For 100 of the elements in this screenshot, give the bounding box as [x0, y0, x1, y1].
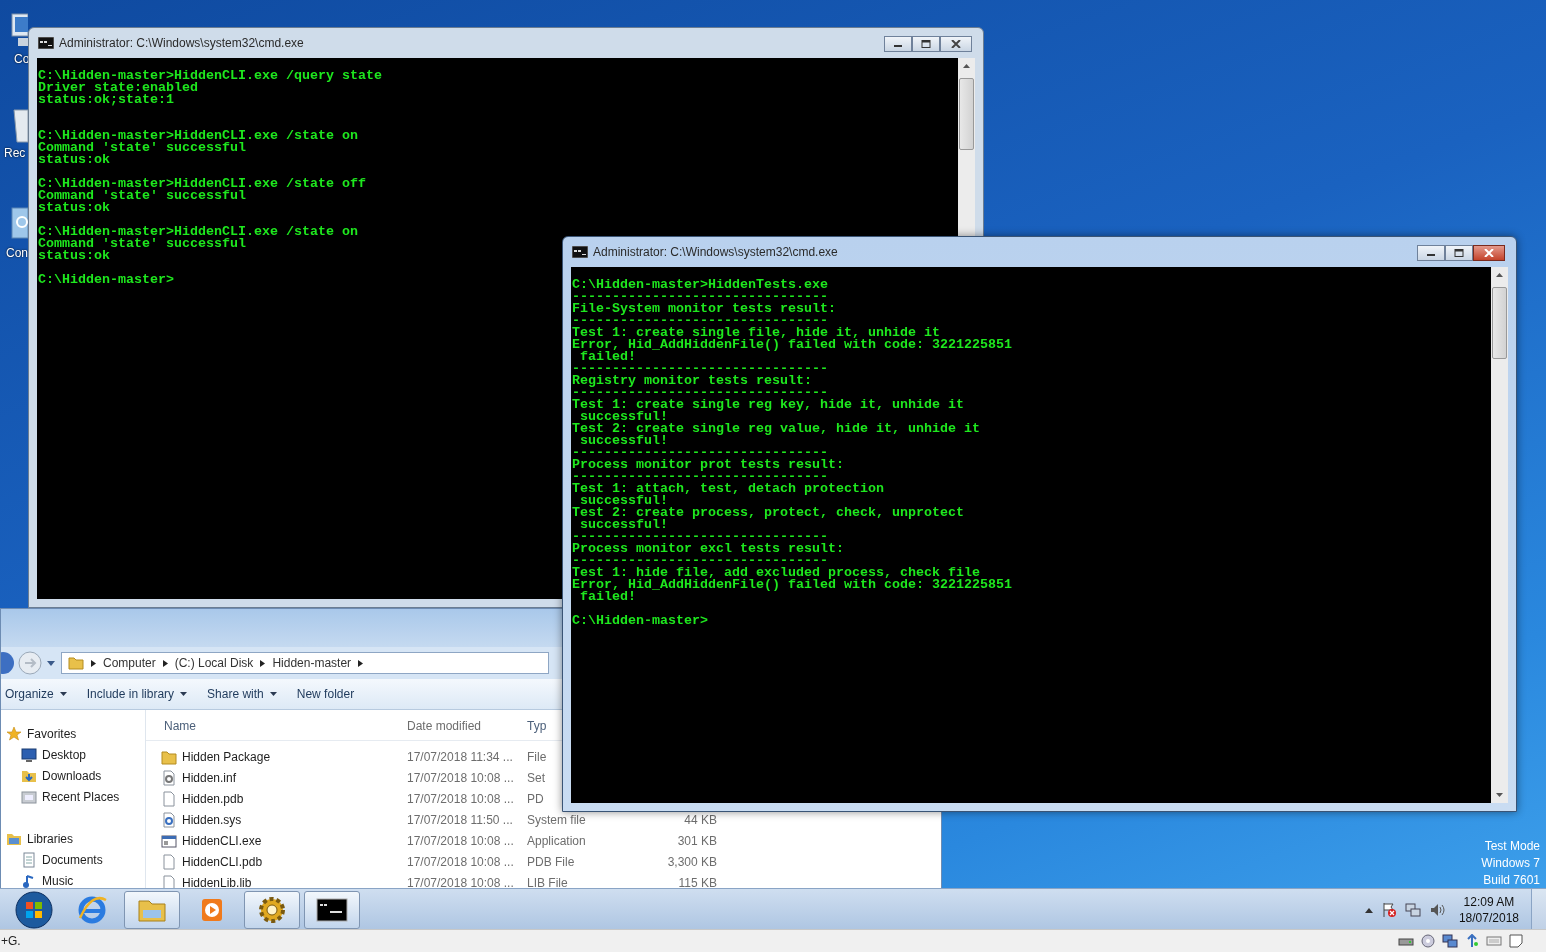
type-cell: PD: [527, 791, 544, 806]
address-bar[interactable]: Computer (C:) Local Disk Hidden-master: [61, 652, 549, 674]
date-cell: 17/07/2018 11:34 ...: [407, 749, 513, 764]
nav-item[interactable]: Downloads: [1, 765, 145, 786]
type-cell: File: [527, 749, 547, 764]
file-name[interactable]: HiddenLib.lib: [146, 874, 252, 891]
nav-item[interactable]: Favorites: [1, 723, 145, 744]
chevron-icon: [260, 659, 266, 667]
scroll-down-icon[interactable]: [1496, 793, 1503, 797]
gear-file-icon: [161, 811, 177, 828]
back-button[interactable]: [1, 650, 15, 676]
recent-places-icon: [21, 788, 37, 805]
console-icon: [38, 37, 54, 49]
date-cell: 17/07/2018 10:08 ...: [407, 833, 514, 848]
file-name[interactable]: HiddenCLI.exe: [146, 832, 262, 849]
show-hidden-icons-button[interactable]: [1364, 907, 1373, 913]
desktop-icon-label: Rec: [4, 146, 26, 160]
note-icon: [1508, 934, 1524, 948]
console-icon: [572, 246, 588, 258]
column-header[interactable]: Typ: [527, 719, 547, 733]
browser-icon: [76, 894, 108, 926]
size-cell: 3,300 KB: [667, 854, 717, 869]
dropdown-arrow-icon[interactable]: [47, 660, 55, 666]
window-title: Administrator: C:\Windows\system32\cmd.exe: [593, 245, 838, 259]
clock-date: 18/07/2018: [1458, 910, 1519, 926]
type-cell: System file: [527, 812, 586, 827]
breadcrumb-item[interactable]: Computer: [103, 656, 156, 670]
volume-icon[interactable]: [1428, 902, 1445, 918]
nav-item[interactable]: Recent Places: [1, 786, 145, 807]
status-text: +G.: [0, 934, 21, 948]
column-header[interactable]: Date modified: [407, 719, 482, 733]
toolbar-button[interactable]: Include in library: [82, 683, 200, 705]
maximize-icon: [1454, 249, 1464, 257]
chevron-icon: [358, 659, 364, 667]
close-button[interactable]: [1473, 245, 1505, 261]
minimize-button[interactable]: [884, 36, 912, 52]
file-name[interactable]: Hidden.sys: [146, 811, 242, 828]
nav-item[interactable]: Libraries: [1, 828, 145, 849]
column-header[interactable]: Name: [146, 719, 196, 733]
gear-icon: [256, 894, 288, 926]
folder-taskbar-button[interactable]: [124, 891, 180, 929]
nav-item[interactable]: Music: [1, 870, 145, 891]
type-cell: Application: [527, 833, 586, 848]
toolbar-button[interactable]: New folder: [292, 683, 367, 705]
scrollbar-thumb[interactable]: [1492, 287, 1507, 359]
nav-item[interactable]: Documents: [1, 849, 145, 870]
console-output: C:\Hidden-master>HiddenTests.exe -------------------------------- File-System monitor tests result: -------------------------------- Test 1: create single file, hide it, unhide it Error, Hid_AddHiddenFile() failed with code: 3221225851 failed! -------------------------------- Registry monitor tests result: -------------------------------- Test 1: create single reg key, hide it, unhide it successful! Test 2: create single reg value, hide it, unhide it successful! -------------------------------- Process monitor prot tests result: -------------------------------- Test 1: attach, test, detach protection successful! Test 2: create process, protect, check, unprotect successful! -------------------------------- Process monitor excl tests result: -------------------------------- Test 1: hide file, add excluded process, check file Error, Hid_AddHiddenFile() failed with code: 3221225851 failed! C:\Hidden-master>: [571, 276, 1013, 627]
type-cell: PDB File: [527, 854, 575, 869]
scrollbar-thumb[interactable]: [959, 78, 974, 150]
file-icon: [161, 853, 177, 870]
window-title: Administrator: C:\Windows\system32\cmd.exe: [59, 36, 304, 50]
chevron-icon: [91, 659, 96, 667]
maximize-button[interactable]: [1445, 245, 1473, 261]
keyboard-icon: [1486, 934, 1502, 948]
type-cell: LIB File: [527, 875, 568, 890]
file-name[interactable]: Hidden Package: [146, 748, 271, 765]
test-mode-text: Test Mode: [1484, 838, 1540, 855]
document-icon: [21, 851, 37, 868]
nav-item[interactable]: Desktop: [1, 744, 145, 765]
clock[interactable]: 12:09 AM 18/07/2018: [1458, 894, 1519, 926]
gear-taskbar-button[interactable]: [244, 891, 300, 929]
folder-icon: [68, 656, 84, 670]
network-icon[interactable]: [1404, 902, 1421, 918]
maximize-button[interactable]: [912, 36, 940, 52]
star-icon: [6, 725, 22, 742]
breadcrumb-item[interactable]: (C:) Local Disk: [174, 656, 254, 670]
close-icon: [951, 40, 961, 48]
scroll-up-icon[interactable]: [1496, 273, 1503, 277]
close-icon: [1484, 249, 1494, 257]
date-cell: 17/07/2018 10:08 ...: [407, 875, 514, 890]
date-cell: 17/07/2018 11:50 ...: [407, 812, 513, 827]
flag-error-icon[interactable]: [1380, 902, 1397, 918]
start-button[interactable]: [14, 890, 54, 929]
toolbar-button[interactable]: Organize: [1, 683, 79, 705]
file-icon: [161, 874, 177, 891]
file-name[interactable]: Hidden.pdb: [146, 790, 244, 807]
date-cell: 17/07/2018 10:08 ...: [407, 770, 514, 785]
size-cell: 115 KB: [678, 875, 717, 890]
file-name[interactable]: Hidden.inf: [146, 769, 237, 786]
monitor-icon: [21, 746, 37, 763]
toolbar-button[interactable]: Share with: [203, 683, 289, 705]
console-output: C:\Hidden-master>HiddenCLI.exe /query state Driver state:enabled status:ok;state:1 C:\Hidden-master>HiddenCLI.exe /state on Command 'state' successful status:ok C:\Hidden-master>HiddenCLI.exe /state off Command 'state' successful status:ok C:\Hidden-master>HiddenCLI.exe /state on Command 'state' successful status:ok C:\Hidden-master>: [37, 67, 383, 286]
disc-icon: [1420, 934, 1436, 948]
console-taskbar-button[interactable]: [304, 891, 360, 929]
date-cell: 17/07/2018 10:08 ...: [407, 791, 514, 806]
breadcrumb-item[interactable]: Hidden-master: [272, 656, 352, 670]
test-mode-text: Windows 7: [1481, 855, 1540, 872]
folder-icon: [161, 748, 177, 765]
minimize-button[interactable]: [1417, 245, 1445, 261]
scroll-up-icon[interactable]: [963, 64, 970, 68]
clock-time: 12:09 AM: [1463, 894, 1515, 910]
gear-file-icon: [161, 769, 177, 786]
network-icon: [1442, 934, 1458, 948]
date-cell: 17/07/2018 10:08 ...: [407, 854, 514, 869]
file-name[interactable]: HiddenCLI.pdb: [146, 853, 263, 870]
size-cell: 44 KB: [684, 812, 717, 827]
chevron-icon: [162, 659, 168, 667]
close-button[interactable]: [940, 36, 972, 52]
test-mode-text: Build 7601: [1483, 872, 1540, 889]
maximize-icon: [921, 40, 931, 48]
